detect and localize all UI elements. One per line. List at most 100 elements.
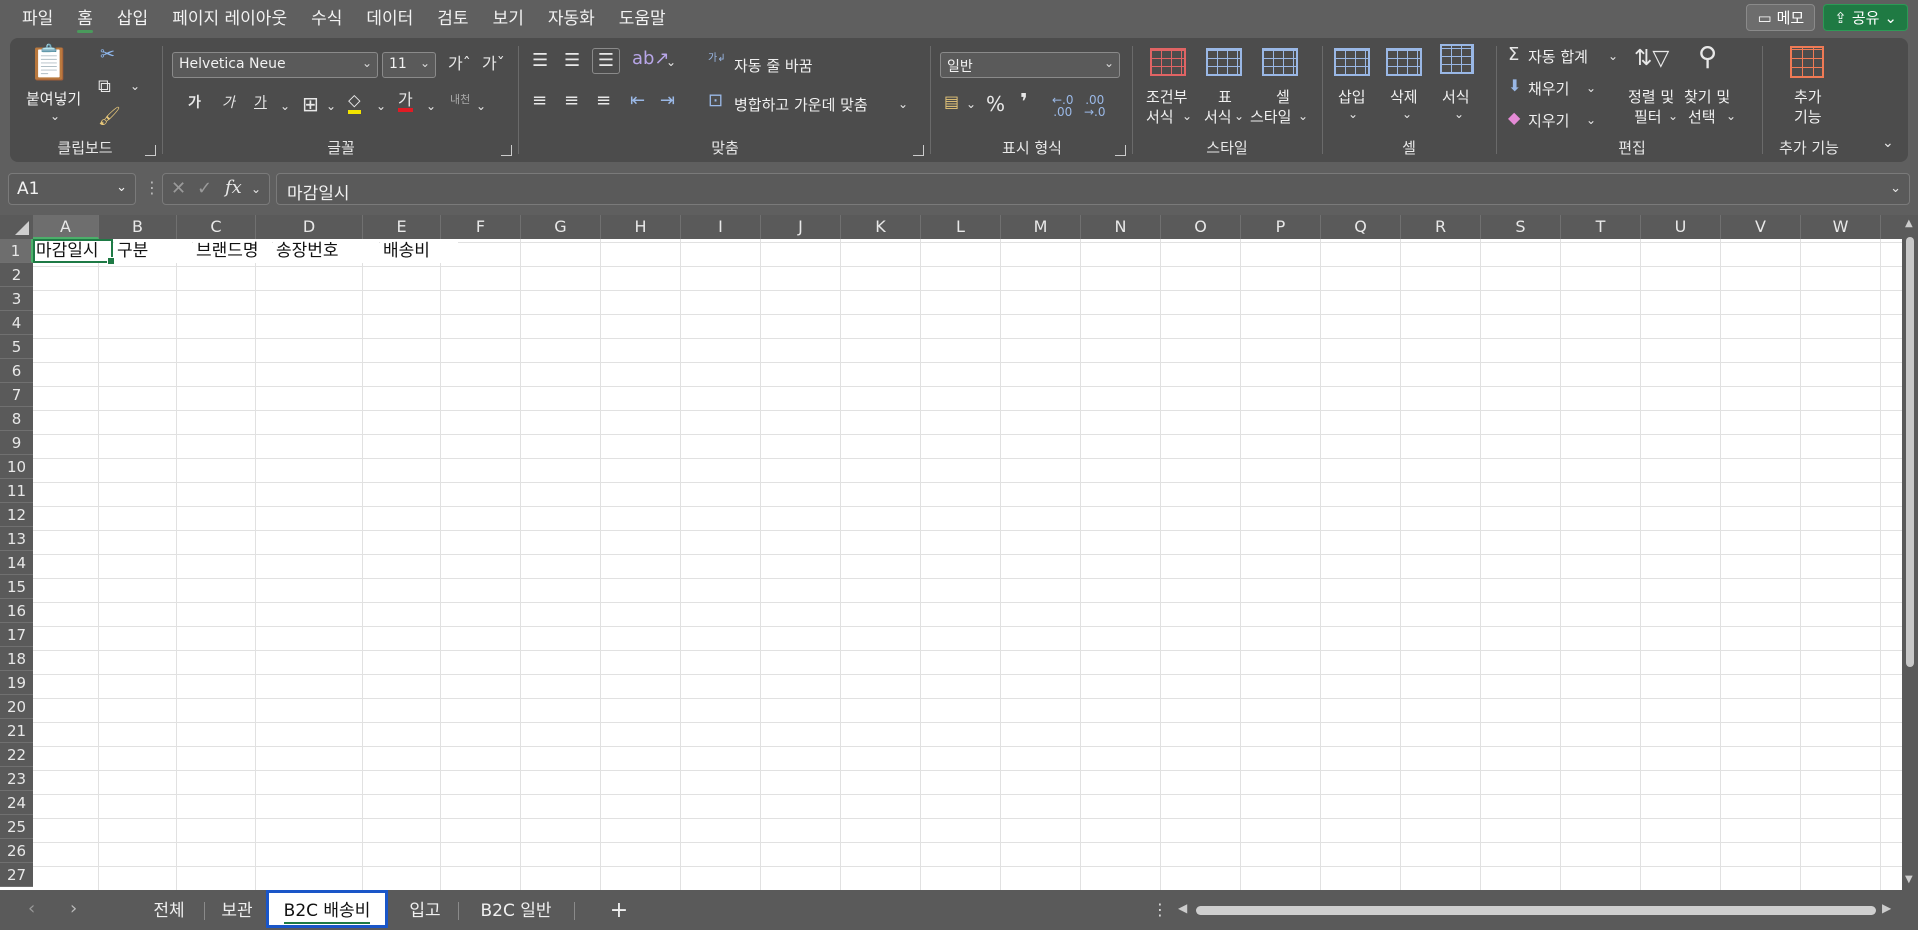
decrease-indent-icon[interactable]: ⇤ [630,92,645,110]
next-sheet-icon[interactable]: › [70,900,77,918]
sort-filter-line2[interactable]: 필터 [1634,106,1662,127]
tab-file[interactable]: 파일 [10,0,65,36]
column-header-a[interactable]: A [33,215,99,239]
tab-help[interactable]: 도움말 [607,0,678,36]
align-middle-icon[interactable]: ☰ [564,52,580,70]
chevron-down-icon[interactable]: ⌄ [966,98,976,110]
horizontal-scroll-thumb[interactable] [1196,906,1876,915]
row-header-10[interactable]: 10 [0,455,33,479]
cell-styles-icon[interactable] [1262,48,1298,76]
column-header-o[interactable]: O [1161,215,1241,239]
cell-e1[interactable]: 배송비 [380,239,458,263]
enter-icon[interactable]: ✓ [197,180,212,198]
row-header-14[interactable]: 14 [0,551,33,575]
row-header-17[interactable]: 17 [0,623,33,647]
column-header-p[interactable]: P [1241,215,1321,239]
formula-input[interactable]: 마감일시 ⌄ [276,173,1910,205]
tab-automate[interactable]: 자동화 [536,0,607,36]
column-header-l[interactable]: L [921,215,1001,239]
row-header-18[interactable]: 18 [0,647,33,671]
chevron-down-icon[interactable]: ⌄ [326,100,336,112]
row-header-24[interactable]: 24 [0,791,33,815]
tab-formulas[interactable]: 수식 [299,0,354,36]
chevron-down-icon[interactable]: ⌄ [1402,108,1412,120]
percent-icon[interactable]: % [986,94,1005,114]
add-sheet-button[interactable]: + [604,896,634,926]
find-select-icon[interactable]: ⚲ [1698,44,1717,70]
row-header-26[interactable]: 26 [0,839,33,863]
chevron-down-icon[interactable]: ⌄ [1586,82,1596,94]
column-header-u[interactable]: U [1641,215,1721,239]
align-center-icon[interactable]: ≡ [564,92,579,110]
fill-button[interactable]: 채우기 [1528,78,1569,99]
chevron-down-icon[interactable]: ⌄ [50,110,60,122]
vertical-scrollbar[interactable]: ▲ ▼ [1902,215,1918,890]
font-name-select[interactable]: Helvetica Neue ⌄ [172,52,378,78]
chevron-down-icon[interactable]: ⌄ [1668,110,1678,122]
borders-icon[interactable]: ⊞ [302,94,319,114]
row-header-21[interactable]: 21 [0,719,33,743]
find-select-line2[interactable]: 선택 [1688,106,1716,127]
column-header-f[interactable]: F [441,215,521,239]
autosum-button[interactable]: 자동 합계 [1528,46,1588,67]
sort-filter-icon[interactable]: ⇅▽ [1634,48,1669,70]
previous-sheet-icon[interactable]: ‹ [28,900,35,918]
memo-button[interactable]: ▭ 메모 [1746,4,1816,31]
column-header-i[interactable]: I [681,215,761,239]
merge-center-button[interactable]: 병합하고 가운데 맞춤 [734,94,868,115]
italic-icon[interactable]: 가 [222,96,235,110]
chevron-down-icon[interactable]: ⌄ [1608,50,1618,62]
conditional-formatting-line1[interactable]: 조건부 [1146,86,1187,107]
chevron-down-icon[interactable]: ⌄ [1586,114,1596,126]
align-right-icon[interactable]: ≡ [596,92,611,110]
vertical-scroll-thumb[interactable] [1906,237,1914,667]
more-options-icon[interactable]: ⋮ [144,180,160,196]
row-header-8[interactable]: 8 [0,407,33,431]
merge-center-icon[interactable]: ⊡ [708,92,723,110]
comma-style-icon[interactable]: ❜ [1020,92,1028,114]
cell-styles-line2[interactable]: 스타일 [1250,106,1291,127]
more-options-icon[interactable]: ⋮ [1152,902,1168,918]
wrap-text-button[interactable]: 자동 줄 바꿈 [734,55,813,76]
cancel-icon[interactable]: ✕ [171,180,186,198]
dialog-launcher-icon[interactable] [501,145,512,156]
chevron-down-icon[interactable]: ⌄ [130,80,140,92]
row-header-22[interactable]: 22 [0,743,33,767]
insert-cells-icon[interactable] [1334,48,1370,76]
column-header-c[interactable]: C [177,215,256,239]
increase-font-icon[interactable]: 가ˆ [448,56,471,72]
column-header-d[interactable]: D [256,215,363,239]
chevron-down-icon[interactable]: ⌄ [1348,108,1358,120]
row-header-3[interactable]: 3 [0,287,33,311]
eraser-icon[interactable]: ◆ [1508,110,1520,126]
dialog-launcher-icon[interactable] [913,145,924,156]
insert-cells-button[interactable]: 삽입 [1338,86,1366,107]
column-header-m[interactable]: M [1001,215,1081,239]
fill-down-icon[interactable]: ⬇ [1508,78,1521,94]
dialog-launcher-icon[interactable] [1115,145,1126,156]
decrease-decimal-icon[interactable]: .00 →.0 [1084,94,1106,118]
addins-line2[interactable]: 기능 [1794,106,1822,127]
paste-label[interactable]: 붙여넣기 [26,88,81,109]
format-as-table-line1[interactable]: 표 [1218,86,1232,107]
format-painter-icon[interactable]: 🖌 [98,108,121,126]
conditional-formatting-line2[interactable]: 서식 [1146,106,1174,127]
column-header-b[interactable]: B [99,215,177,239]
cell-d1[interactable]: 송장번호 [273,239,379,263]
row-header-20[interactable]: 20 [0,695,33,719]
orientation-icon[interactable]: ab↗ [632,50,670,68]
chevron-down-icon[interactable]: ⌄ [251,183,261,195]
row-header-9[interactable]: 9 [0,431,33,455]
addins-icon[interactable] [1790,46,1824,78]
column-header-h[interactable]: H [601,215,681,239]
chevron-down-icon[interactable]: ⌄ [280,100,290,112]
font-size-select[interactable]: 11 ⌄ [382,52,436,78]
delete-cells-button[interactable]: 삭제 [1390,86,1418,107]
row-header-19[interactable]: 19 [0,671,33,695]
conditional-formatting-icon[interactable] [1150,48,1186,76]
name-box[interactable]: A1 ⌄ [8,173,136,205]
delete-cells-icon[interactable] [1386,48,1422,76]
scroll-down-icon[interactable]: ▼ [1905,875,1913,885]
sheet-tab-storage[interactable]: 보관 [208,896,266,926]
row-header-2[interactable]: 2 [0,263,33,287]
